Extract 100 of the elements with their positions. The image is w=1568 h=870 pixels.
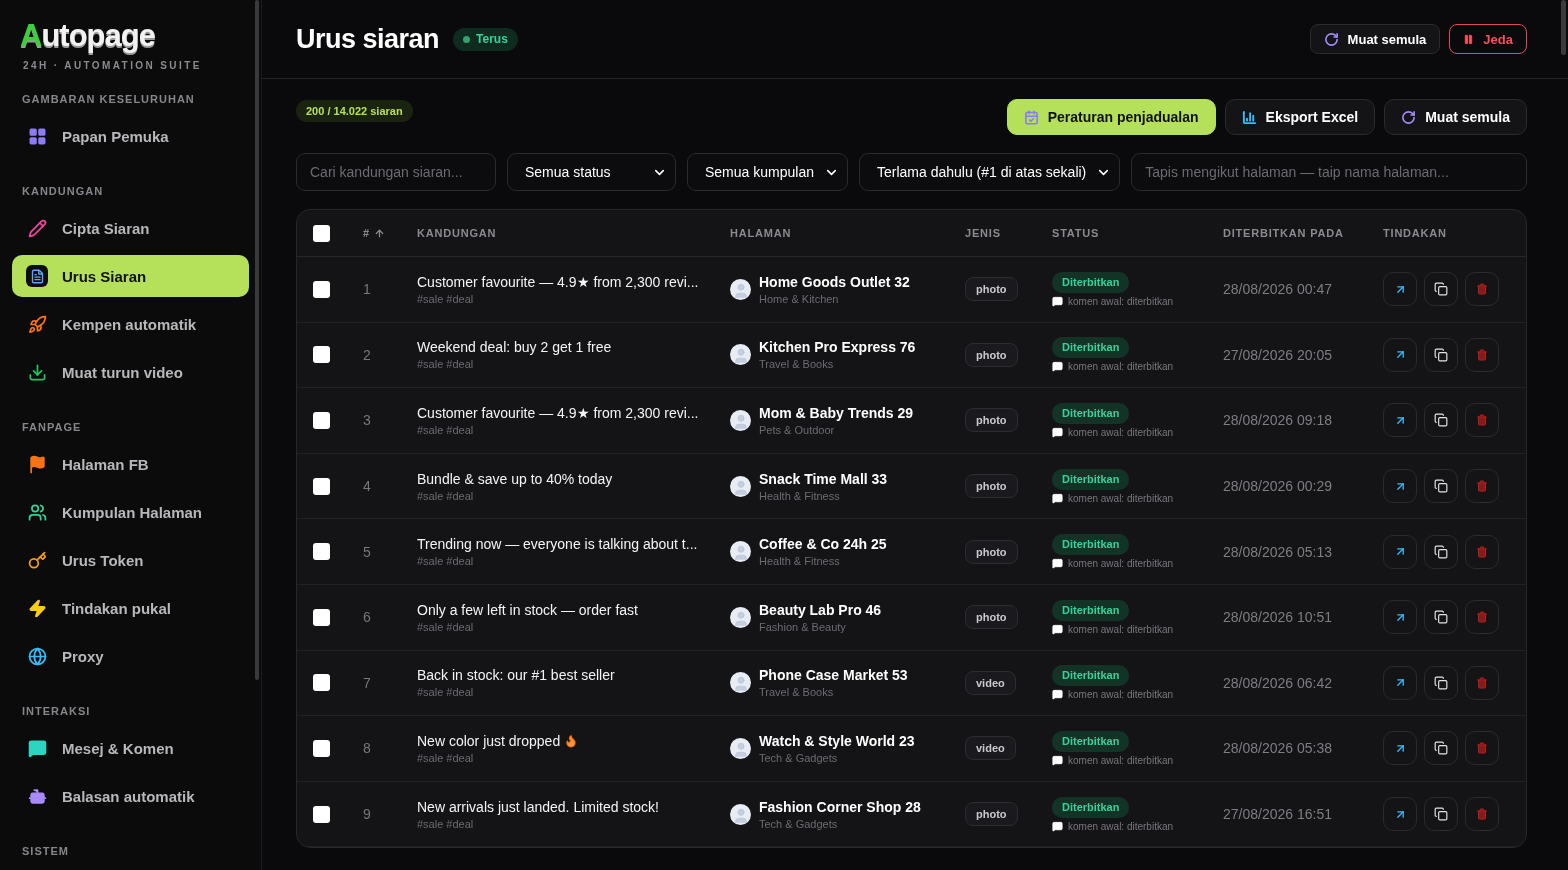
row-checkbox[interactable] [313,412,330,429]
open-button[interactable] [1383,469,1417,504]
media-type-tag: photo [965,802,1018,827]
bar-chart-icon [1241,109,1257,125]
nav-item[interactable]: Balasan automatik [12,775,249,817]
reload-button[interactable]: Muat semula [1384,99,1527,135]
nav-item[interactable]: Kempen automatik [12,303,249,345]
trash-icon [1476,480,1488,493]
status-badge: Diterbitkan [1052,534,1130,556]
row-number: 8 [363,740,371,757]
filter-dropdown[interactable]: Terlama dahulu (#1 di atas sekali) [858,153,1121,191]
copy-icon [1434,741,1448,756]
schedule-rules-button[interactable]: Peraturan penjadualan [1006,99,1216,135]
delete-button[interactable] [1465,600,1499,635]
trash-icon [1476,348,1488,361]
row-number: 3 [363,412,371,429]
copy-button[interactable] [1424,403,1458,438]
post-content: New color just dropped [417,732,579,749]
column-header: JENIS [965,227,1001,239]
comment-icon [1052,754,1063,766]
reload-button[interactable]: Muat semula [1309,24,1441,54]
nav-item[interactable]: Urus Siaran [12,255,249,297]
row-checkbox[interactable] [313,805,330,823]
select-all-checkbox[interactable] [313,224,330,242]
status-badge: Diterbitkan [1052,337,1130,359]
export-button[interactable]: Eksport Excel [1224,99,1376,135]
nav-item[interactable]: Tindakan pukal [12,587,249,629]
copy-button[interactable] [1424,272,1458,307]
open-button[interactable] [1383,534,1417,569]
row-checkbox[interactable] [313,280,330,298]
open-button[interactable] [1383,731,1417,766]
row-checkbox[interactable] [313,346,330,364]
published-date: 28/08/2026 06:42 [1223,674,1332,691]
page-filter-field[interactable]: Tapis mengikut halaman — taip nama halaman... [1131,153,1527,191]
media-type-tag: photo [965,408,1018,433]
nav-item[interactable]: Papan Pemuka [12,115,249,157]
comment-status: komen awal: diterbitkan [1052,427,1174,438]
avatar-icon [730,606,751,628]
published-date: 28/08/2026 10:51 [1223,609,1332,626]
media-type-tag: video [965,736,1016,761]
trash-icon [1476,545,1488,558]
nav-item[interactable]: Urus Token [12,539,249,581]
nav-item[interactable]: Muat turun video [12,351,249,393]
status-badge: Diterbitkan [1052,665,1130,687]
copy-icon [1434,479,1448,494]
open-button[interactable] [1383,797,1417,832]
copy-button[interactable] [1424,731,1458,766]
status-badge: Diterbitkan [1052,403,1130,424]
row-checkbox[interactable] [313,543,330,561]
comment-icon [1052,689,1063,701]
row-checkbox[interactable] [313,477,330,495]
media-type-tag: photo [965,605,1018,630]
nav-item[interactable]: Halaman FB [12,443,249,485]
section-title: GAMBARAN KESELURUHAN [21,93,195,105]
delete-button[interactable] [1465,797,1499,832]
copy-button[interactable] [1424,600,1458,635]
post-tags: #sale #deal [417,555,474,568]
nav-item[interactable]: Kumpulan Halaman [12,491,249,533]
open-button[interactable] [1383,403,1417,438]
page-category: Health & Fitness [759,489,840,502]
delete-button[interactable] [1465,337,1499,372]
row-checkbox[interactable] [313,674,330,692]
published-date: 28/08/2026 05:38 [1223,740,1332,757]
row-checkbox[interactable] [313,608,330,626]
open-button[interactable] [1383,272,1417,307]
delete-button[interactable] [1465,403,1499,438]
delete-button[interactable] [1465,665,1499,700]
post-content: Back in stock: our #1 best seller [417,667,615,684]
copy-button[interactable] [1424,337,1458,372]
copy-button[interactable] [1424,469,1458,504]
copy-icon [1434,282,1448,297]
copy-button[interactable] [1424,797,1458,832]
nav-item[interactable]: Mesej & Komen [12,727,249,769]
column-header[interactable]: # [363,227,385,239]
trash-icon [1476,414,1488,427]
page-name: Mom & Baby Trends 29 [759,405,914,421]
pause-button[interactable]: Jeda [1449,24,1527,54]
post-content: Bundle & save up to 40% today [417,470,613,487]
nav-item[interactable]: Cipta Siaran [12,207,249,249]
copy-button[interactable] [1424,665,1458,700]
row-checkbox[interactable] [313,739,330,757]
filter-dropdown[interactable]: Semua status [507,153,676,191]
delete-button[interactable] [1465,272,1499,307]
open-button[interactable] [1383,600,1417,635]
search-field[interactable]: Cari kandungan siaran... [296,153,496,191]
published-date: 27/08/2026 20:05 [1223,346,1332,363]
page-category: Health & Fitness [759,555,840,568]
tagline: 24H · AUTOMATION SUITE [22,60,202,71]
delete-button[interactable] [1465,469,1499,504]
open-button[interactable] [1383,337,1417,372]
scrollbar-thumb[interactable] [255,0,259,680]
nav-item[interactable]: Proxy [12,635,249,677]
reload-icon [1401,109,1417,125]
scrollbar-thumb[interactable] [1561,0,1566,55]
filter-dropdown[interactable]: Semua kumpulan [687,153,848,191]
delete-button[interactable] [1465,731,1499,766]
post-content: Weekend deal: buy 2 get 1 free [417,339,612,356]
copy-button[interactable] [1424,534,1458,569]
open-button[interactable] [1383,665,1417,700]
delete-button[interactable] [1465,534,1499,569]
